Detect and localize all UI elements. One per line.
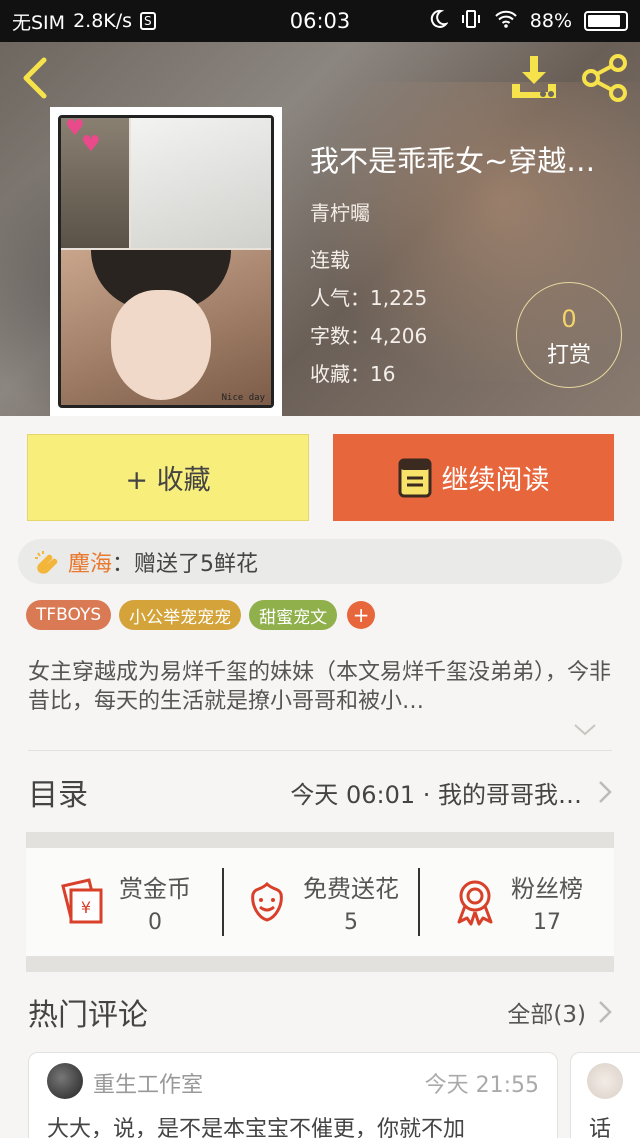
fan-ranking-item[interactable]: 粉丝榜 17 — [418, 848, 614, 956]
divider — [28, 750, 612, 751]
tag-sweet[interactable]: 甜蜜宠文 — [249, 600, 338, 630]
tip-button[interactable]: 0 打赏 — [516, 282, 622, 388]
carrier-text: 无SIM — [12, 11, 66, 34]
stats-row: ¥ 赏金币 0 免费送花 5 粉丝榜 17 — [26, 848, 614, 956]
tag-tfboys[interactable]: TFBOYS — [26, 600, 112, 630]
comment-card[interactable]: 话 — [570, 1052, 640, 1138]
tag-list: TFBOYS 小公举宠宠宠 甜蜜宠文 + — [26, 600, 376, 630]
cover-photo-boy — [131, 118, 271, 248]
section-separator — [26, 832, 614, 848]
download-icon — [512, 56, 556, 98]
free-flower-item[interactable]: 免费送花 5 — [222, 848, 418, 956]
flower-icon — [251, 881, 283, 922]
gift-user[interactable]: 麈海 — [68, 546, 112, 578]
latest-chapter: 今天 06:01 · 我的哥哥我… — [290, 780, 582, 809]
reward-coins-item[interactable]: ¥ 赏金币 0 — [26, 848, 222, 956]
continue-reading-button[interactable]: 继续阅读 — [333, 434, 614, 521]
download-button[interactable] — [510, 54, 558, 100]
popularity-label: 人气： — [310, 286, 370, 310]
cover-image: ♥ ♥ Nice day — [58, 115, 274, 408]
back-button[interactable] — [16, 56, 56, 100]
hot-comments-title: 热门评论 — [28, 998, 148, 1033]
book-author[interactable]: 青柠曯 — [310, 197, 370, 226]
collect-value: 16 — [370, 362, 396, 386]
popularity-value: 1,225 — [370, 286, 428, 310]
heart-icon: ♥ — [81, 132, 101, 157]
book-header: ♥ ♥ Nice day 我不是乖乖女~穿越… 青柠曯 连载 人气：1,225 … — [0, 42, 640, 416]
avatar[interactable] — [47, 1063, 83, 1099]
stat-value: 17 — [533, 910, 561, 935]
cover-face — [111, 290, 211, 400]
chevron-down-icon[interactable] — [572, 722, 598, 738]
avatar[interactable] — [587, 1063, 623, 1099]
share-button[interactable] — [580, 54, 630, 102]
red-envelope-icon: ¥ — [61, 878, 103, 924]
stat-name: 赏金币 — [119, 875, 191, 903]
all-comments-link[interactable]: 全部(3) — [507, 995, 586, 1029]
collect-label: 收藏： — [310, 362, 370, 386]
svg-text:¥: ¥ — [81, 898, 91, 917]
book-icon — [398, 458, 431, 497]
book-description[interactable]: 女主穿越成为易烊千玺的妹妹（本文易烊千玺没弟弟），今非昔比，每天的生活就是撩小哥… — [28, 658, 612, 716]
battery-percent: 88% — [529, 10, 572, 32]
tag-pampered[interactable]: 小公举宠宠宠 — [119, 600, 242, 630]
popularity-row: 人气：1,225 — [310, 282, 427, 311]
cover-caption: Nice day — [221, 393, 265, 403]
stat-value: 0 — [148, 910, 162, 935]
book-cover[interactable]: ♥ ♥ Nice day — [50, 107, 282, 416]
share-icon — [582, 54, 627, 102]
comment-body: 话 — [589, 1117, 612, 1138]
medal-icon — [457, 880, 493, 926]
battery-icon — [584, 11, 628, 31]
favorite-button[interactable]: + 收藏 — [27, 434, 309, 521]
comment-card[interactable]: 重生工作室 今天 21:55 大大，说，是不是本宝宝不催更，你就不加 — [28, 1052, 558, 1138]
hot-comments-header: 热门评论 全部(3) — [28, 990, 612, 1034]
tip-label: 打赏 — [546, 343, 591, 368]
add-tag-button[interactable]: + — [347, 601, 376, 629]
network-speed: 2.8K/s — [73, 10, 133, 32]
status-bar: 无SIM 2.8K/s S 06:03 88% — [0, 0, 640, 42]
battery-fill — [588, 15, 620, 27]
stat-value: 5 — [344, 910, 358, 935]
gift-notice[interactable]: 麈海 ：赠送了5鲜花 — [18, 539, 622, 584]
toc-label: 目录 — [28, 778, 88, 813]
book-title: 我不是乖乖女~穿越… — [310, 144, 596, 178]
continue-reading-label: 继续阅读 — [441, 465, 550, 496]
collect-row: 收藏：16 — [310, 358, 395, 387]
comment-body: 大大，说，是不是本宝宝不催更，你就不加 — [47, 1117, 466, 1138]
gift-text: ：赠送了5鲜花 — [112, 551, 259, 577]
book-status: 连载 — [310, 248, 350, 272]
tip-count: 0 — [561, 305, 577, 333]
clap-icon — [35, 550, 58, 574]
wifi-icon — [494, 9, 518, 34]
word-count-value: 4,206 — [370, 324, 428, 348]
stat-name: 免费送花 — [303, 875, 399, 903]
vibrate-icon — [460, 9, 482, 34]
comment-user[interactable]: 重生工作室 — [93, 1067, 203, 1099]
stat-name: 粉丝榜 — [511, 875, 583, 903]
chevron-right-icon — [599, 781, 612, 803]
table-of-contents-row[interactable]: 目录 今天 06:01 · 我的哥哥我… — [28, 752, 612, 832]
chevron-left-icon — [23, 57, 47, 99]
section-separator — [26, 956, 614, 972]
moon-icon — [428, 9, 449, 34]
sim-badge: S — [140, 12, 156, 30]
word-count-label: 字数： — [310, 324, 370, 348]
chevron-right-icon[interactable] — [598, 1000, 612, 1024]
word-count-row: 字数：4,206 — [310, 320, 427, 349]
comment-time: 今天 21:55 — [424, 1073, 539, 1098]
